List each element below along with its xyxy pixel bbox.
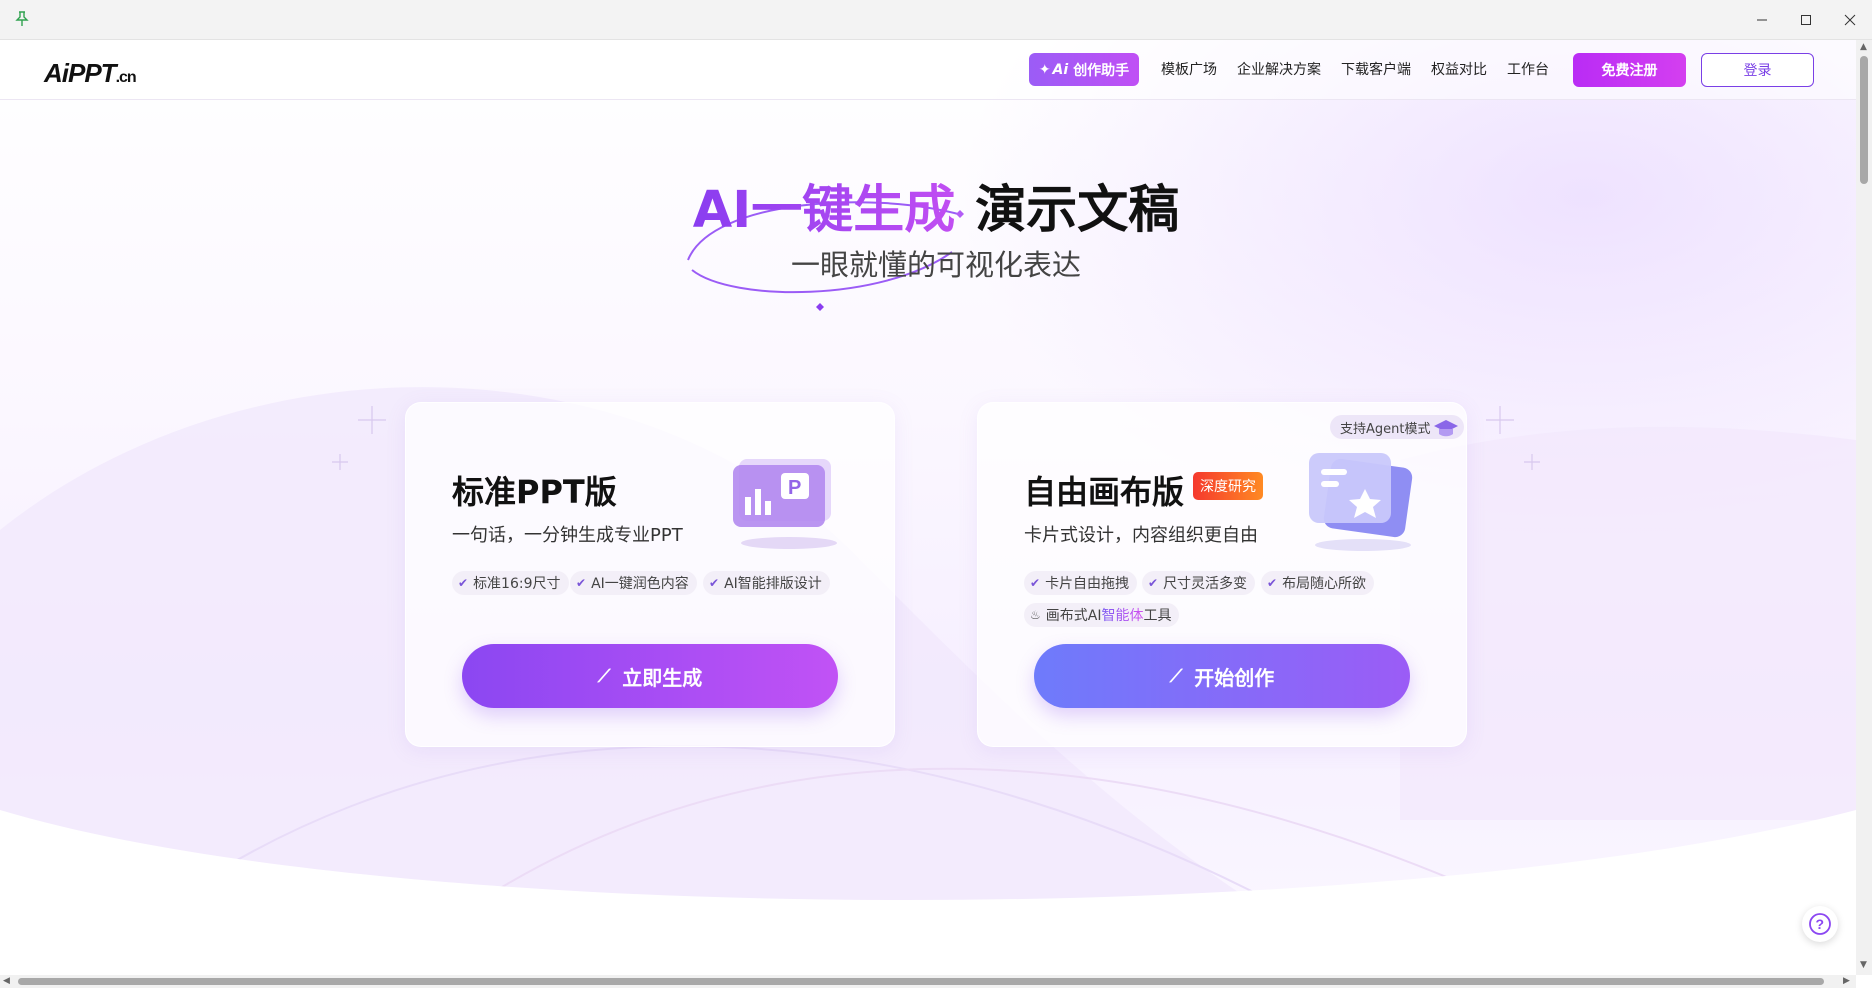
register-button[interactable]: 免费注册 bbox=[1573, 53, 1686, 87]
scroll-up-icon[interactable]: ▲ bbox=[1860, 42, 1867, 52]
hero-title: AI一键生成 演示文稿 bbox=[692, 181, 1180, 240]
ai-assistant-button[interactable]: ✦ Ai 创作助手 bbox=[1029, 53, 1139, 86]
check-icon: ✔ bbox=[1267, 576, 1278, 590]
svg-text:P: P bbox=[788, 477, 801, 499]
nav-link-download[interactable]: 下载客户端 bbox=[1341, 59, 1411, 79]
scroll-down-icon[interactable]: ▼ bbox=[1860, 960, 1867, 970]
feature-chip: ✔ AI一键润色内容 bbox=[570, 571, 697, 595]
feature-chip: ✔ 尺寸灵活多变 bbox=[1142, 571, 1256, 595]
check-icon: ✔ bbox=[709, 576, 720, 590]
graduation-cap-icon bbox=[1434, 420, 1459, 437]
window-titlebar bbox=[0, 0, 1872, 40]
app-viewport: AiPPT.cn ✦ Ai 创作助手 模板广场 企业解决方案 下载客户端 权益对比 … bbox=[0, 40, 1856, 975]
scroll-right-icon[interactable]: ▶ bbox=[1843, 976, 1850, 986]
card-subtitle: 卡片式设计，内容组织更自由 bbox=[1024, 525, 1258, 546]
hero-subtitle: 一眼就懂的可视化表达 bbox=[790, 248, 1081, 282]
question-icon: ? bbox=[1809, 913, 1831, 935]
check-icon: ✔ bbox=[458, 576, 469, 590]
close-icon[interactable] bbox=[1838, 8, 1862, 32]
deep-research-badge: 深度研究 bbox=[1193, 472, 1263, 500]
card-free-canvas: 支持Agent模式 自由画布版 深度研究 卡片式设计，内容组织更自由 ✔ 卡片自由… bbox=[977, 402, 1467, 747]
vertical-scrollbar[interactable]: ▲ ▼ bbox=[1856, 40, 1872, 975]
agent-mode-tag: 支持Agent模式 bbox=[1330, 415, 1465, 439]
ppt-chart-illustration: P bbox=[733, 459, 837, 549]
vertical-scroll-thumb[interactable] bbox=[1860, 56, 1868, 184]
card-title: 自由画布版 bbox=[1024, 473, 1185, 511]
aippt-logo[interactable]: AiPPT.cn bbox=[44, 58, 137, 89]
top-navbar: AiPPT.cn ✦ Ai 创作助手 模板广场 企业解决方案 下载客户端 权益对比 … bbox=[0, 40, 1856, 100]
horizontal-scrollbar[interactable]: ◀ ▶ bbox=[0, 975, 1856, 988]
minimize-icon[interactable] bbox=[1750, 8, 1774, 32]
start-creating-button[interactable]: ⟋ 开始创作 bbox=[1034, 644, 1410, 708]
feature-chip: ✔ 卡片自由拖拽 bbox=[1024, 571, 1138, 595]
card-subtitle: 一句话，一分钟生成专业PPT bbox=[452, 525, 683, 546]
scroll-left-icon[interactable]: ◀ bbox=[3, 976, 10, 986]
horizontal-scroll-thumb[interactable] bbox=[18, 978, 1824, 985]
generate-now-button[interactable]: ⟋ 立即生成 bbox=[462, 644, 838, 708]
pin-icon[interactable] bbox=[14, 10, 30, 28]
check-icon: ✔ bbox=[1030, 576, 1041, 590]
nav-link-enterprise[interactable]: 企业解决方案 bbox=[1237, 59, 1321, 79]
card-standard-ppt: 标准PPT版 一句话，一分钟生成专业PPT P ✔ 标准16:9尺寸 ✔ AI一键润… bbox=[405, 402, 895, 747]
card-title: 标准PPT版 bbox=[452, 473, 617, 511]
feature-chip: ✔ 标准16:9尺寸 bbox=[452, 571, 569, 595]
sparkle-icon: ✦ bbox=[1038, 61, 1051, 78]
magic-wand-icon: ⟋ bbox=[597, 665, 611, 687]
canvas-card-illustration bbox=[1309, 453, 1413, 551]
nav-link-templates[interactable]: 模板广场 bbox=[1161, 59, 1217, 79]
feature-chip: ✔ AI智能排版设计 bbox=[703, 571, 830, 595]
maximize-icon[interactable] bbox=[1794, 8, 1818, 32]
login-button[interactable]: 登录 bbox=[1701, 53, 1814, 87]
feature-chip: ✔ 布局随心所欲 bbox=[1261, 571, 1375, 595]
magic-wand-icon: ⟋ bbox=[1169, 665, 1183, 687]
check-icon: ✔ bbox=[1148, 576, 1159, 590]
help-button[interactable]: ? bbox=[1802, 906, 1838, 942]
flame-icon: ♨ bbox=[1030, 608, 1041, 622]
nav-link-workspace[interactable]: 工作台 bbox=[1507, 59, 1549, 79]
svg-text:?: ? bbox=[1816, 916, 1825, 932]
nav-link-benefits[interactable]: 权益对比 bbox=[1431, 59, 1487, 79]
feature-chip-agent-tool: ♨ 画布式AI 智能体 工具 bbox=[1024, 603, 1180, 627]
check-icon: ✔ bbox=[576, 576, 587, 590]
